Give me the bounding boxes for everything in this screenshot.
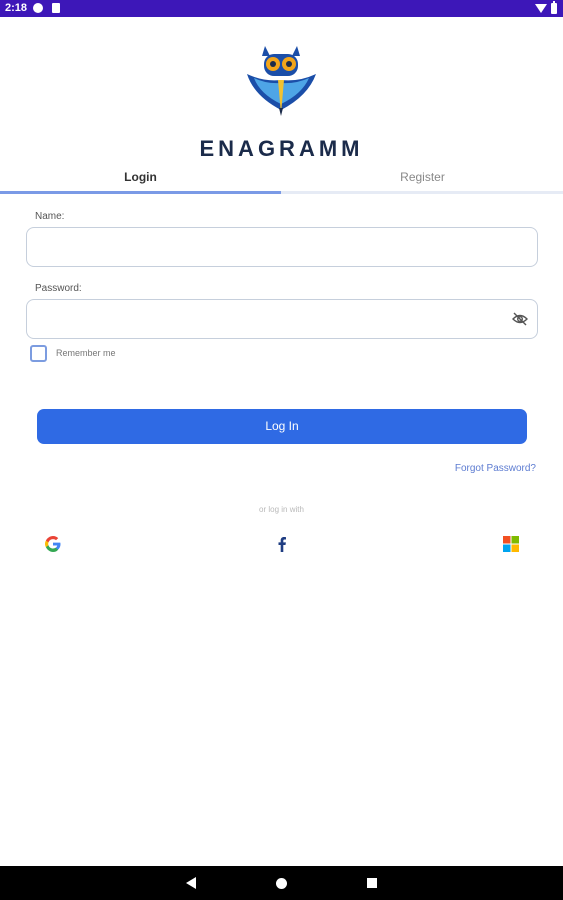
microsoft-icon[interactable] xyxy=(502,535,520,553)
or-login-with-text: or log in with xyxy=(259,505,304,514)
tab-register[interactable]: Register xyxy=(282,166,563,190)
home-icon[interactable] xyxy=(276,878,287,889)
sim-card-icon xyxy=(52,3,60,13)
remember-label: Remember me xyxy=(56,348,116,358)
recents-icon[interactable] xyxy=(367,878,377,888)
password-field[interactable] xyxy=(26,299,538,339)
password-input[interactable] xyxy=(27,300,511,336)
wifi-icon xyxy=(535,4,547,13)
status-time: 2:18 xyxy=(5,2,28,14)
password-label: Password: xyxy=(35,283,82,294)
name-label: Name: xyxy=(35,211,65,222)
facebook-icon[interactable] xyxy=(273,535,291,553)
login-button[interactable]: Log In xyxy=(37,409,527,444)
eye-off-icon[interactable] xyxy=(512,312,528,326)
status-right xyxy=(535,1,557,15)
auth-tabs: Login Register xyxy=(0,162,563,194)
name-field[interactable] xyxy=(26,227,538,267)
status-bar: 2:18 xyxy=(0,0,563,17)
name-input[interactable] xyxy=(27,228,511,264)
google-icon[interactable] xyxy=(44,535,62,553)
navigation-bar xyxy=(0,866,563,900)
back-icon[interactable] xyxy=(186,877,196,889)
brand-name: ENAGRAMM xyxy=(199,136,364,161)
battery-icon xyxy=(551,1,557,14)
owl-logo xyxy=(244,44,319,119)
remember-checkbox[interactable] xyxy=(30,345,47,362)
notification-icon xyxy=(33,3,43,13)
tab-active-indicator xyxy=(0,191,281,194)
tab-login[interactable]: Login xyxy=(0,166,281,190)
forgot-password-link[interactable]: Forgot Password? xyxy=(455,463,536,474)
